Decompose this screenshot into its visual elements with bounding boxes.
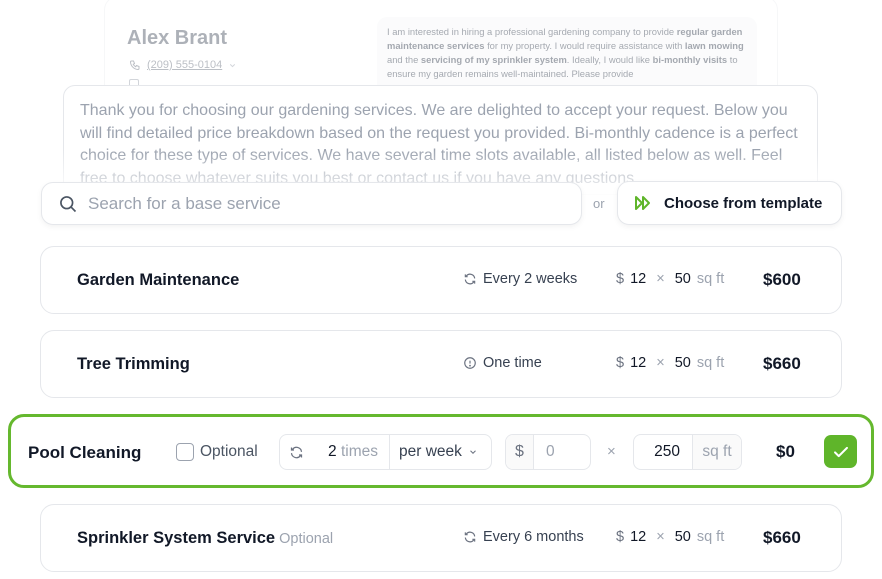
confirm-button[interactable] xyxy=(824,435,857,468)
double-chevron-icon xyxy=(635,196,650,210)
currency-addon: $ xyxy=(506,435,534,469)
optional-checkbox[interactable] xyxy=(176,443,194,461)
optional-tag: Optional xyxy=(279,531,334,547)
rate: 12 xyxy=(630,271,647,287)
multiply-sign: × xyxy=(656,529,665,545)
search-input[interactable] xyxy=(88,193,581,214)
quantity-input-group: 250 sq ft xyxy=(633,434,742,470)
service-row[interactable]: Sprinkler System Service Optional Every 6… xyxy=(40,504,842,572)
check-icon xyxy=(833,446,848,457)
chevron-down-icon xyxy=(470,450,476,454)
editing-service-row[interactable]: Pool Cleaning Optional 2 times per week … xyxy=(8,414,874,488)
rate: 12 xyxy=(630,529,647,545)
quantity: 50 xyxy=(674,271,691,287)
optional-toggle[interactable]: Optional xyxy=(176,443,258,461)
service-price: $ 12 × 50 sq ft xyxy=(616,529,724,545)
phone-number[interactable]: (209) 555-0104 xyxy=(147,59,222,71)
currency: $ xyxy=(616,271,625,287)
frequency-text: Every 6 months xyxy=(483,529,584,545)
search-icon xyxy=(60,195,77,212)
service-row[interactable]: Tree Trimming One time $ 12 × 50 sq ft $… xyxy=(40,330,842,398)
rate: 12 xyxy=(630,355,647,371)
response-text: Thank you for choosing our gardening ser… xyxy=(80,102,798,187)
editing-service-name: Pool Cleaning xyxy=(28,443,142,462)
frequency-count-input[interactable]: 2 times xyxy=(312,443,382,461)
repeat-icon xyxy=(464,273,476,285)
rate-input-group: $ 0 xyxy=(505,434,591,470)
unit: sq ft xyxy=(696,355,725,371)
request-highlight: lawn mowing xyxy=(684,40,744,51)
multiply-sign: × xyxy=(656,355,665,371)
request-text-part: . Ideally, I would like xyxy=(566,54,653,65)
info-icon xyxy=(464,357,476,369)
frequency-count-unit: times xyxy=(340,443,378,460)
service-frequency: Every 2 weeks xyxy=(463,271,577,287)
service-frequency: One time xyxy=(463,355,542,371)
multiply-sign: × xyxy=(656,271,665,287)
request-text-part: for my property. I would require assista… xyxy=(484,40,685,51)
period-value: per week xyxy=(399,443,462,460)
currency: $ xyxy=(616,529,625,545)
frequency-text: Every 2 weeks xyxy=(483,271,578,287)
service-total: $660 xyxy=(763,354,801,373)
service-name-text: Garden Maintenance xyxy=(77,271,240,289)
chevron-down-icon xyxy=(230,63,236,67)
service-price: $ 12 × 50 sq ft xyxy=(616,355,724,371)
customer-name: Alex Brant xyxy=(127,27,228,49)
service-search[interactable] xyxy=(41,182,582,225)
response-message[interactable]: Thank you for choosing our gardening ser… xyxy=(63,85,818,195)
template-button-label: Choose from template xyxy=(664,194,823,212)
service-name: Garden Maintenance xyxy=(77,271,239,290)
service-name: Sprinkler System Service Optional xyxy=(77,529,333,548)
unit: sq ft xyxy=(696,529,725,545)
unit: sq ft xyxy=(696,271,725,287)
service-total: $660 xyxy=(763,528,801,547)
request-highlight: servicing of my sprinkler system xyxy=(420,54,567,65)
quantity: 50 xyxy=(674,355,691,371)
request-highlight: bi-monthly visits xyxy=(652,54,728,65)
repeat-icon xyxy=(464,531,476,543)
request-text-part: I am interested in hiring a professional… xyxy=(387,26,677,37)
repeat-icon xyxy=(280,435,312,469)
optional-label: Optional xyxy=(200,443,258,460)
multiply-sign: × xyxy=(607,443,616,460)
choose-template-button[interactable]: Choose from template xyxy=(617,181,842,225)
service-name-text: Sprinkler System Service xyxy=(77,529,276,547)
service-name: Tree Trimming xyxy=(77,355,190,374)
editing-total: $0 xyxy=(776,442,795,461)
service-row[interactable]: Garden Maintenance Every 2 weeks $ 12 × … xyxy=(40,246,842,314)
quantity: 50 xyxy=(674,529,691,545)
customer-phone[interactable]: (209) 555-0104 xyxy=(129,59,237,71)
currency: $ xyxy=(616,355,625,371)
frequency-count: 2 xyxy=(328,443,337,460)
service-total: $600 xyxy=(763,270,801,289)
request-text-part: and the xyxy=(387,54,421,65)
period-select[interactable]: per week xyxy=(389,435,491,469)
service-price: $ 12 × 50 sq ft xyxy=(616,271,724,287)
phone-icon xyxy=(129,60,140,71)
unit-addon: sq ft xyxy=(692,435,741,469)
quantity-input[interactable]: 250 xyxy=(634,443,692,461)
frequency-text: One time xyxy=(483,355,542,371)
or-label: or xyxy=(593,196,605,211)
service-frequency: Every 6 months xyxy=(463,529,584,545)
service-name-text: Tree Trimming xyxy=(77,355,190,373)
frequency-input-group: 2 times per week xyxy=(279,434,492,470)
rate-input[interactable]: 0 xyxy=(534,443,590,461)
